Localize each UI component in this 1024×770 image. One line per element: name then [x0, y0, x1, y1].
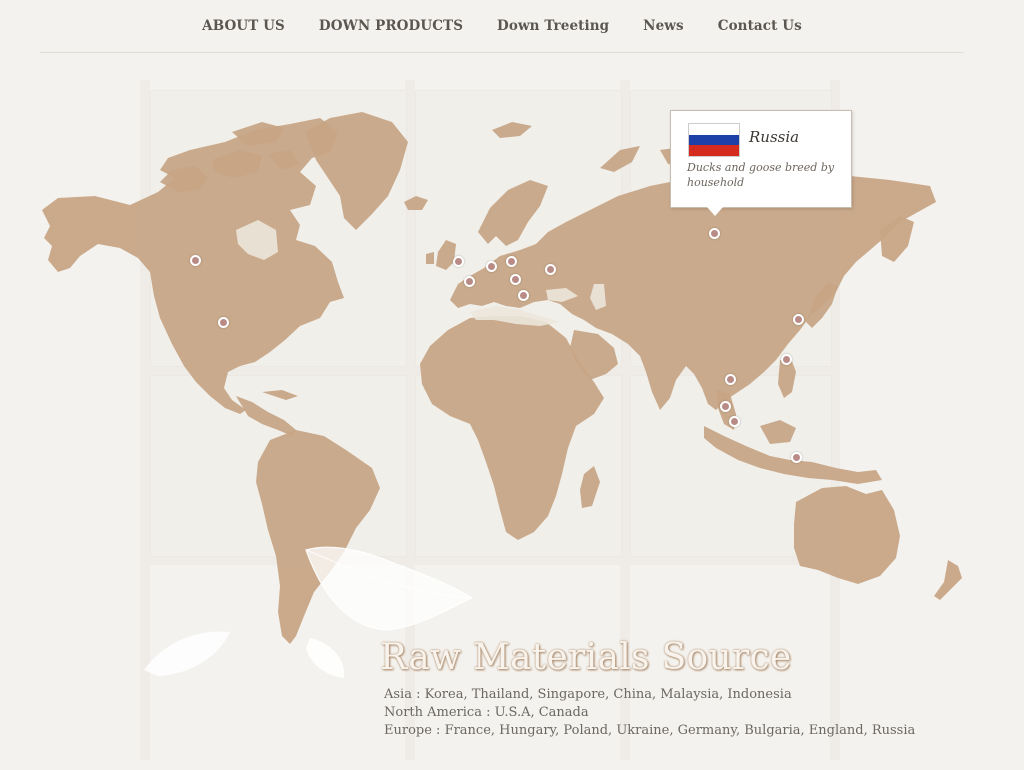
central-america: [236, 396, 296, 436]
pin-germany[interactable]: [486, 261, 497, 272]
pin-canada[interactable]: [190, 255, 201, 266]
pin-thailand[interactable]: [725, 374, 736, 385]
flag-stripe-white: [689, 124, 739, 135]
region-europe: Europe : France, Hungary, Poland, Ukrain…: [384, 723, 916, 738]
nav-about-us[interactable]: ABOUT US: [202, 18, 285, 34]
pin-china[interactable]: [781, 354, 792, 365]
regions-list: Asia : Korea, Thailand, Singapore, China…: [384, 686, 915, 740]
scandinavia: [478, 180, 548, 246]
country-tooltip: Russia Ducks and goose breed by househol…: [670, 110, 852, 216]
british-isles: [426, 240, 456, 270]
pin-singapore[interactable]: [729, 416, 740, 427]
main-nav: ABOUT US DOWN PRODUCTS Down Treeting New…: [40, 0, 964, 53]
tooltip-description: Ducks and goose breed by household: [687, 161, 835, 189]
flag-stripe-blue: [689, 134, 739, 146]
pin-usa[interactable]: [218, 317, 229, 328]
pin-ukraine[interactable]: [545, 264, 556, 275]
pin-malaysia[interactable]: [720, 401, 731, 412]
caribbean: [262, 390, 298, 400]
flag-stripe-red: [689, 145, 739, 156]
page: ABOUT US DOWN PRODUCTS Down Treeting New…: [0, 0, 1024, 770]
pin-bulgaria[interactable]: [518, 290, 529, 301]
nav-news[interactable]: News: [643, 18, 684, 34]
feather-small-icon: [144, 631, 230, 676]
new-zealand: [934, 560, 962, 600]
region-north-america: North America : U.S.A, Canada: [384, 705, 589, 720]
madagascar: [580, 466, 600, 508]
pin-england[interactable]: [453, 256, 464, 267]
pin-hungary[interactable]: [510, 274, 521, 285]
pin-poland[interactable]: [506, 256, 517, 267]
feather-tiny-icon: [306, 638, 345, 678]
region-asia: Asia : Korea, Thailand, Singapore, China…: [384, 687, 792, 702]
nav-down-treeting[interactable]: Down Treeting: [497, 18, 609, 34]
pin-korea[interactable]: [793, 314, 804, 325]
pin-indonesia[interactable]: [791, 452, 802, 463]
nav-down-products[interactable]: DOWN PRODUCTS: [319, 18, 463, 34]
pin-france[interactable]: [464, 276, 475, 287]
nav-contact-us[interactable]: Contact Us: [718, 18, 802, 34]
australia: [794, 486, 900, 584]
pin-russia[interactable]: [709, 228, 720, 239]
russia-flag-icon: [688, 123, 740, 157]
greenland: [305, 112, 408, 230]
feather-large-icon: [305, 546, 474, 631]
page-title: Raw Materials Source: [380, 637, 792, 678]
iceland: [404, 196, 428, 210]
tooltip-country-name: Russia: [749, 128, 800, 146]
